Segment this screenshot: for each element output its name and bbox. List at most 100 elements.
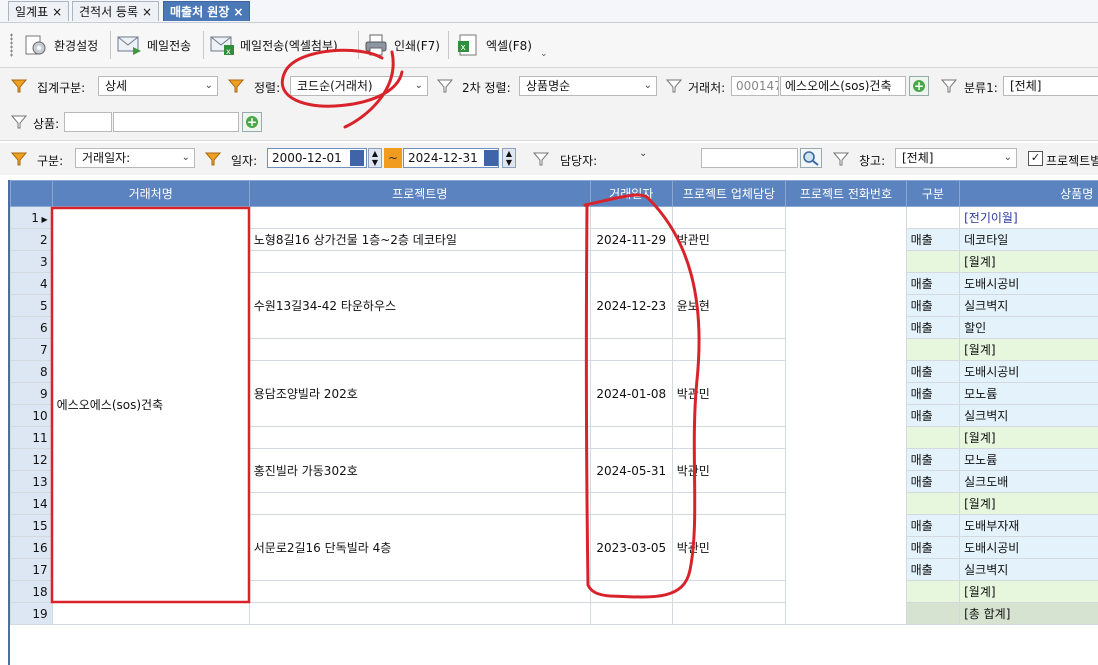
sort-select[interactable]: 코드순(거래처) ⌄ xyxy=(290,76,428,96)
kind-cell[interactable]: 매출 xyxy=(905,536,961,559)
project-cell[interactable]: 홍진빌라 가동302호 xyxy=(248,448,591,493)
header-customer[interactable]: 거래처명 xyxy=(51,180,250,207)
tab-quote-register[interactable]: 견적서 등록 × xyxy=(72,1,160,21)
manager-cell[interactable]: 박관민 xyxy=(671,360,787,427)
row-number[interactable]: 17 xyxy=(10,558,53,581)
item-cell[interactable]: 실크벽지 xyxy=(959,294,1098,317)
manager-name-field[interactable] xyxy=(701,148,798,168)
date-cell[interactable] xyxy=(589,426,673,449)
date-cell[interactable]: 2024-11-29 xyxy=(589,228,673,251)
item-cell[interactable]: 도배시공비 xyxy=(959,272,1098,295)
item-cell[interactable]: 실크도배 xyxy=(959,470,1098,493)
kind-cell[interactable]: 매출 xyxy=(905,272,961,295)
date-cell[interactable]: 2024-05-31 xyxy=(589,448,673,493)
header-project[interactable]: 프로젝트명 xyxy=(248,180,591,207)
item-cell[interactable]: [월계] xyxy=(959,426,1098,449)
close-icon[interactable]: × xyxy=(142,5,152,19)
print-button[interactable]: 인쇄(F7) xyxy=(364,31,440,59)
row-number[interactable]: 14 xyxy=(10,492,53,515)
row-number[interactable]: 16 xyxy=(10,536,53,559)
kind-cell[interactable]: 매출 xyxy=(905,404,961,427)
item-cell[interactable]: [월계] xyxy=(959,338,1098,361)
kind-cell[interactable] xyxy=(905,206,961,229)
toolbar-overflow-icon[interactable]: ⌄ xyxy=(540,49,548,59)
project-cell[interactable] xyxy=(248,250,591,273)
row-number[interactable]: 6 xyxy=(10,316,53,339)
header-phone[interactable]: 프로젝트 전화번호 xyxy=(785,180,907,207)
item-cell[interactable]: [총 합계] xyxy=(959,602,1098,625)
kind-cell[interactable]: 매출 xyxy=(905,448,961,471)
settings-button[interactable]: 환경설정 xyxy=(24,31,98,59)
item-cell[interactable]: 실크벽지 xyxy=(959,558,1098,581)
kind-cell[interactable] xyxy=(905,492,961,515)
date-cell[interactable] xyxy=(589,580,673,603)
project-cell[interactable]: 용담조양빌라 202호 xyxy=(248,360,591,427)
project-cell[interactable] xyxy=(248,492,591,515)
date-spinner[interactable]: ▲ ▼ xyxy=(502,148,516,168)
kind-cell[interactable] xyxy=(905,426,961,449)
toolbar-grip[interactable] xyxy=(10,33,13,57)
excel-button[interactable]: x 엑셀(F8) xyxy=(456,31,532,59)
agg-select[interactable]: 상세 ⌄ xyxy=(98,76,218,96)
item-cell[interactable]: 도배부자재 xyxy=(959,514,1098,537)
calendar-dropdown-icon[interactable] xyxy=(350,150,364,166)
date-cell[interactable]: 2023-03-05 xyxy=(589,514,673,581)
product-code-field[interactable] xyxy=(64,112,112,132)
manager-cell[interactable] xyxy=(671,580,787,603)
kind-cell[interactable]: 매출 xyxy=(905,514,961,537)
row-number[interactable]: 2 xyxy=(10,228,53,251)
project-cell[interactable]: 수원13길34-42 타운하우스 xyxy=(248,272,591,339)
manager-cell[interactable]: 박관민 xyxy=(671,448,787,493)
item-cell[interactable]: [월계] xyxy=(959,250,1098,273)
email-excel-button[interactable]: x 메일전송(엑셀첨부) xyxy=(210,31,338,59)
header-date[interactable]: 거래일자 xyxy=(589,180,673,207)
kind-cell[interactable] xyxy=(905,602,961,625)
manager-cell[interactable]: 박관민 xyxy=(671,228,787,251)
kind-cell[interactable]: 매출 xyxy=(905,470,961,493)
item-cell[interactable]: 도배시공비 xyxy=(959,536,1098,559)
email-button[interactable]: 메일전송 xyxy=(117,31,191,59)
project-cell[interactable] xyxy=(248,580,591,603)
item-cell[interactable]: 모노륨 xyxy=(959,382,1098,405)
row-number[interactable]: 19 xyxy=(10,602,53,625)
header-kind[interactable]: 구분 xyxy=(905,180,961,207)
kind-cell[interactable]: 매출 xyxy=(905,316,961,339)
row-number[interactable]: 1 ▶ xyxy=(10,206,53,229)
item-cell[interactable]: 데코타일 xyxy=(959,228,1098,251)
manager-cell[interactable] xyxy=(671,338,787,361)
manager-cell[interactable]: 윤보현 xyxy=(671,272,787,339)
customer-cell[interactable] xyxy=(51,602,250,625)
date-cell[interactable]: 2024-12-23 xyxy=(589,272,673,339)
date-cell[interactable] xyxy=(589,338,673,361)
kind-cell[interactable]: 매출 xyxy=(905,382,961,405)
class1-select[interactable]: [전체] xyxy=(1003,76,1098,96)
project-cell[interactable] xyxy=(248,338,591,361)
row-number[interactable]: 4 xyxy=(10,272,53,295)
close-icon[interactable]: × xyxy=(52,5,62,19)
chevron-down-icon[interactable]: ⌄ xyxy=(639,148,647,159)
kind-cell[interactable] xyxy=(905,250,961,273)
kind-cell[interactable]: 매출 xyxy=(905,228,961,251)
kind-cell[interactable]: 매출 xyxy=(905,558,961,581)
calendar-dropdown-icon[interactable] xyxy=(484,150,498,166)
row-number[interactable]: 10 xyxy=(10,404,53,427)
manager-cell[interactable] xyxy=(671,602,787,625)
date-cell[interactable] xyxy=(589,250,673,273)
kind-select[interactable]: 거래일자: ⌄ xyxy=(75,148,195,168)
row-number[interactable]: 9 xyxy=(10,382,53,405)
manager-cell[interactable] xyxy=(671,206,787,229)
customer-name-field[interactable]: 에스오에스(sos)건축 xyxy=(780,76,906,96)
item-cell[interactable]: 모노륨 xyxy=(959,448,1098,471)
manager-cell[interactable] xyxy=(671,492,787,515)
manager-cell[interactable] xyxy=(671,426,787,449)
manager-cell[interactable] xyxy=(671,250,787,273)
date-spinner[interactable]: ▲ ▼ xyxy=(368,148,382,168)
item-cell[interactable]: [월계] xyxy=(959,580,1098,603)
product-name-field[interactable] xyxy=(113,112,239,132)
item-cell[interactable]: 실크벽지 xyxy=(959,404,1098,427)
row-number[interactable]: 8 xyxy=(10,360,53,383)
warehouse-select[interactable]: [전체] ⌄ xyxy=(895,148,1017,168)
row-number[interactable]: 13 xyxy=(10,470,53,493)
project-checkbox[interactable]: ✓ xyxy=(1028,151,1043,166)
kind-cell[interactable]: 매출 xyxy=(905,360,961,383)
